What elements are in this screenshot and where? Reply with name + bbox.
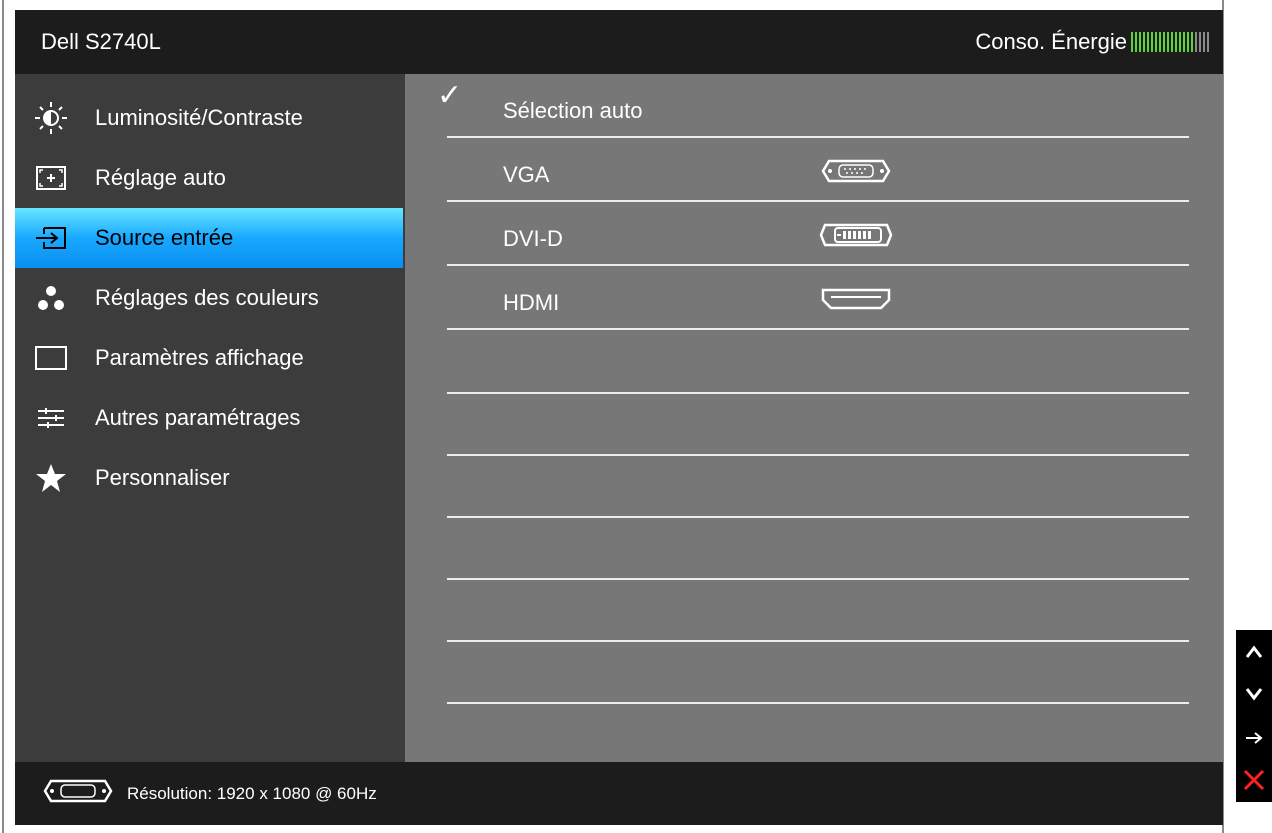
input-source-icon (25, 220, 77, 256)
menu-item-personalize[interactable]: Personnaliser (15, 448, 403, 508)
right-arrow-icon[interactable] (1236, 718, 1272, 758)
menu-item-label: Source entrée (95, 225, 234, 250)
menu-item-display-settings[interactable]: Paramètres affichage (15, 328, 403, 388)
osd-frame: Dell S2740L Conso. Énergie Luminosité/Co… (2, 0, 1224, 833)
energy-segment (1183, 32, 1185, 52)
menu-item-other-settings[interactable]: Autres paramétrages (15, 388, 403, 448)
energy-segment (1135, 32, 1137, 52)
submenu-row-dvi-d[interactable]: DVI-D (447, 202, 1189, 266)
menu-item-label: Autres paramétrages (95, 405, 301, 430)
energy-segment (1139, 32, 1141, 52)
osd-menu: Dell S2740L Conso. Énergie Luminosité/Co… (15, 10, 1223, 825)
menu-item-brightness-contrast[interactable]: Luminosité/Contraste (15, 88, 403, 148)
submenu-row-empty (447, 330, 1189, 394)
submenu-row-empty (447, 640, 1189, 704)
energy-segment (1151, 32, 1153, 52)
dvi-port-icon (819, 222, 893, 254)
sliders-icon (25, 400, 77, 436)
brightness-icon (25, 100, 77, 136)
osd-footer: Résolution: 1920 x 1080 @ 60Hz (15, 762, 1223, 825)
energy-segment (1199, 32, 1201, 52)
energy-segment (1167, 32, 1169, 52)
menu-item-auto-adjust[interactable]: Réglage auto (15, 148, 403, 208)
osd-header: Dell S2740L Conso. Énergie (15, 10, 1223, 74)
submenu-row-empty (447, 702, 1189, 766)
down-arrow-icon[interactable] (1236, 674, 1272, 714)
up-arrow-icon[interactable] (1236, 632, 1272, 672)
submenu-row-label: VGA (503, 162, 550, 187)
energy-segment (1131, 32, 1133, 52)
energy-segment (1187, 32, 1189, 52)
submenu-row-empty (447, 392, 1189, 456)
energy-segment (1159, 32, 1161, 52)
submenu-row-label: Sélection auto (503, 98, 643, 123)
menu-item-label: Réglages des couleurs (95, 285, 319, 310)
submenu-row-label: HDMI (503, 290, 560, 315)
energy-segment (1191, 32, 1193, 52)
menu-item-label: Personnaliser (95, 465, 230, 490)
energy-segment (1155, 32, 1157, 52)
auto-adjust-icon (25, 160, 77, 196)
energy-segment (1147, 32, 1149, 52)
menu-item-label: Luminosité/Contraste (95, 105, 303, 130)
energy-segment (1179, 32, 1181, 52)
monitor-model-title: Dell S2740L (41, 29, 161, 54)
menu-item-input-source[interactable]: Source entrée (15, 208, 403, 268)
energy-segment (1163, 32, 1165, 52)
energy-segment (1207, 32, 1209, 52)
submenu-row-empty (447, 516, 1189, 580)
resolution-status: Résolution: 1920 x 1080 @ 60Hz (127, 783, 377, 803)
color-dots-icon (25, 280, 77, 316)
submenu-panel: ✓ Sélection auto VGA DVI-D HDMI (405, 74, 1223, 766)
submenu-row-label: DVI-D (503, 226, 563, 251)
osd-nav-buttons (1236, 630, 1272, 802)
energy-segment (1143, 32, 1145, 52)
main-menu-sidebar: Luminosité/Contraste Réglage auto Source… (15, 74, 405, 762)
submenu-row-hdmi[interactable]: HDMI (447, 266, 1189, 330)
vga-port-icon (819, 158, 893, 190)
vga-port-icon (41, 778, 115, 809)
submenu-row-vga[interactable]: VGA (447, 138, 1189, 202)
submenu-row-empty (447, 578, 1189, 642)
menu-item-color-settings[interactable]: Réglages des couleurs (15, 268, 403, 328)
submenu-row-empty (447, 454, 1189, 518)
display-rectangle-icon (25, 340, 77, 376)
menu-item-label: Paramètres affichage (95, 345, 304, 370)
menu-item-label: Réglage auto (95, 165, 226, 190)
energy-segment (1171, 32, 1173, 52)
checkmark-icon: ✓ (437, 79, 463, 112)
submenu-row-auto-select[interactable]: ✓ Sélection auto (437, 74, 1189, 138)
energy-segment (1203, 32, 1205, 52)
hdmi-port-icon (819, 286, 893, 318)
star-icon (25, 460, 77, 496)
close-x-icon[interactable] (1236, 760, 1272, 800)
energy-label: Conso. Énergie (975, 29, 1127, 54)
energy-segment (1175, 32, 1177, 52)
energy-meter: Conso. Énergie (975, 10, 1211, 74)
energy-segment (1195, 32, 1197, 52)
energy-bar-graph (1131, 32, 1211, 52)
